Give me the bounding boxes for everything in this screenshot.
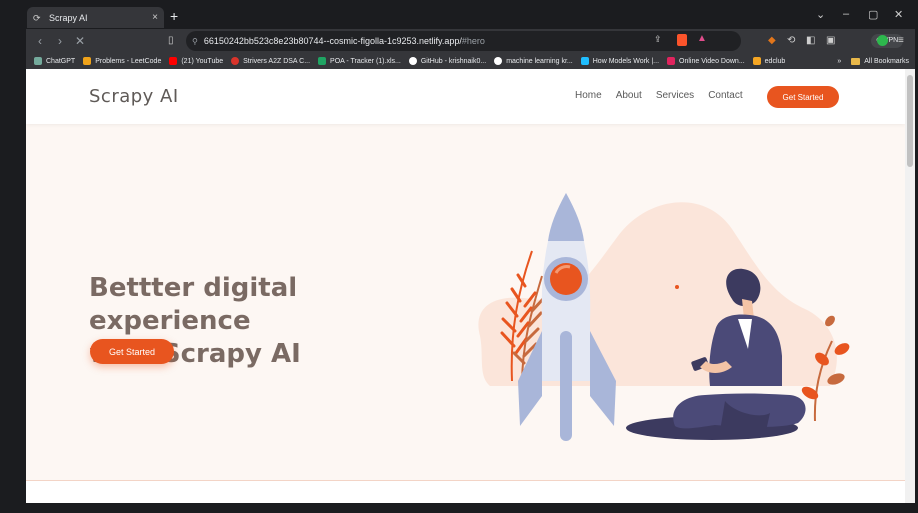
site-info-icon[interactable]: ⚲ xyxy=(192,37,198,46)
bookmark-label: Problems - LeetCode xyxy=(95,57,162,65)
url-fragment: #hero xyxy=(461,36,485,46)
github-icon xyxy=(408,57,417,65)
maximize-button[interactable]: ▢ xyxy=(868,8,878,21)
page-scrollbar[interactable] xyxy=(905,69,915,503)
profile-avatar[interactable] xyxy=(877,35,888,46)
url-host: 66150242bb523c8e23b80744--cosmic-figolla… xyxy=(203,36,462,46)
close-tab-icon[interactable]: × xyxy=(152,12,158,23)
next-section xyxy=(26,481,905,503)
stop-loading-icon[interactable]: ✕ xyxy=(70,34,90,48)
bookmark-label: edclub xyxy=(764,57,786,65)
site-favicon-icon: ⟳ xyxy=(33,12,41,23)
bookmark-label: machine learning kr... xyxy=(506,57,573,65)
bookmark-label: Strivers A2Z DSA C... xyxy=(243,57,311,65)
bookmark-youtube[interactable]: (21) YouTube xyxy=(169,57,223,65)
decorative-dot xyxy=(675,285,679,289)
folder-icon xyxy=(851,57,861,65)
tab-title: Scrapy AI xyxy=(49,12,88,23)
site-logo[interactable]: Scrapy AI xyxy=(89,86,179,107)
chatgpt-icon xyxy=(34,57,42,65)
nav-contact[interactable]: Contact xyxy=(708,90,742,101)
all-bookmarks-label: All Bookmarks xyxy=(864,57,909,65)
github-icon xyxy=(494,57,503,65)
bookmark-video-downloader[interactable]: Online Video Down... xyxy=(667,57,745,65)
bookmark-ml[interactable]: machine learning kr... xyxy=(494,57,573,65)
youtube-icon xyxy=(169,57,178,65)
window-bottom-edge xyxy=(0,503,918,513)
bookmark-label: GitHub - krishnaik0... xyxy=(420,57,487,65)
bookmark-label: Online Video Down... xyxy=(679,57,745,65)
browser-tab[interactable]: ⟳ Scrapy AI × xyxy=(27,7,164,28)
menu-icon[interactable]: ≡ xyxy=(898,34,904,48)
bookmark-edclub[interactable]: edclub xyxy=(752,57,786,65)
wallet-icon[interactable]: ▣ xyxy=(826,34,835,48)
bookmark-leetcode[interactable]: Problems - LeetCode xyxy=(83,57,161,65)
bookmark-kaggle[interactable]: How Models Work |... xyxy=(580,57,660,65)
bookmark-github[interactable]: GitHub - krishnaik0... xyxy=(408,57,487,65)
nav-home[interactable]: Home xyxy=(575,90,602,101)
bookmark-strivers[interactable]: Strivers A2Z DSA C... xyxy=(231,57,310,65)
hero-get-started-button[interactable]: Get Started xyxy=(90,339,174,364)
all-bookmarks[interactable]: » All Bookmarks xyxy=(837,53,909,69)
site-header: Scrapy AI Home About Services Contact Ge… xyxy=(26,69,905,124)
close-window-button[interactable]: ✕ xyxy=(894,8,903,21)
strivers-icon xyxy=(231,57,240,65)
bookmarks-bar: ChatGPT Problems - LeetCode (21) YouTube… xyxy=(26,53,915,69)
bookmark-label: POA - Tracker (1).xls... xyxy=(330,57,401,65)
brave-shields-icon[interactable] xyxy=(677,34,687,46)
hero-illustration xyxy=(478,193,850,441)
nav-about[interactable]: About xyxy=(616,90,642,101)
browser-toolbar: ‹ › ✕ ▯ ⚲ 66150242bb523c8e23b80744--cosm… xyxy=(26,29,915,53)
bookmark-label: ChatGPT xyxy=(46,57,76,65)
sidebar-icon[interactable]: ◧ xyxy=(806,34,815,48)
nav-services[interactable]: Services xyxy=(656,90,694,101)
video-downloader-icon xyxy=(667,57,676,65)
tab-search-icon[interactable]: ⌄ xyxy=(816,8,825,21)
nav-get-started-button[interactable]: Get Started xyxy=(767,86,839,108)
extensions-icon[interactable]: ⟲ xyxy=(787,34,795,48)
bookmark-label: How Models Work |... xyxy=(592,57,660,65)
kaggle-icon xyxy=(580,57,589,65)
page-viewport: Scrapy AI Home About Services Contact Ge… xyxy=(26,69,915,503)
google-drive-icon xyxy=(318,57,327,65)
leetcode-icon xyxy=(83,57,92,65)
minimize-button[interactable]: – xyxy=(843,8,849,20)
bookmarks-overflow-icon[interactable]: » xyxy=(837,58,841,65)
site-nav: Home About Services Contact xyxy=(575,90,743,101)
address-bar[interactable]: ⚲ 66150242bb523c8e23b80744--cosmic-figol… xyxy=(186,31,741,51)
metamask-icon[interactable]: ◆ xyxy=(768,34,776,48)
bookmark-chatgpt[interactable]: ChatGPT xyxy=(34,57,75,65)
new-tab-button[interactable]: + xyxy=(170,8,178,24)
edclub-icon xyxy=(752,57,761,65)
bookmark-label: (21) YouTube xyxy=(181,57,224,65)
bookmark-poa-tracker[interactable]: POA - Tracker (1).xls... xyxy=(318,57,401,65)
forward-icon[interactable]: › xyxy=(50,34,70,48)
tab-strip: ⟳ Scrapy AI × + ⌄ – ▢ ✕ xyxy=(0,0,918,30)
scrollbar-thumb[interactable] xyxy=(907,75,913,167)
back-icon[interactable]: ‹ xyxy=(30,34,50,48)
bookmark-page-icon[interactable]: ▯ xyxy=(168,34,174,48)
brave-rewards-icon[interactable]: ▲ xyxy=(697,33,707,44)
hero-title-line1: Bettter digital experience xyxy=(89,273,298,336)
share-icon[interactable]: ⇪ xyxy=(654,34,662,45)
